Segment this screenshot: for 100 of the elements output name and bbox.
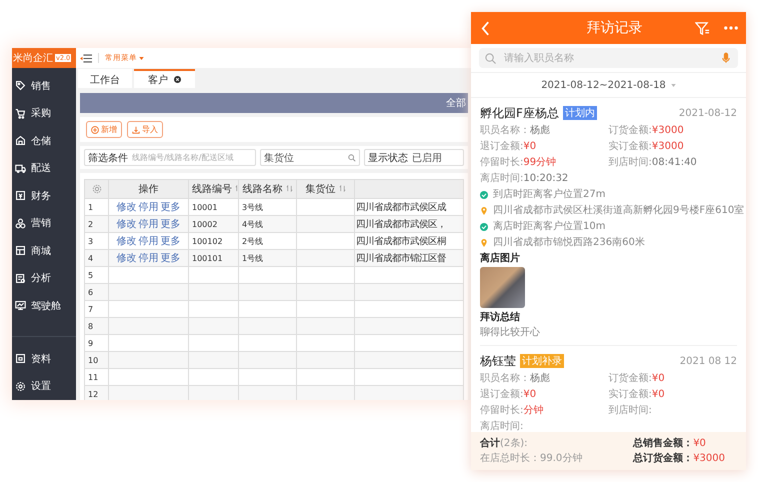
visit-date: 2021 08 12 [680, 356, 737, 366]
back-icon[interactable] [481, 20, 490, 36]
tag-icon [15, 80, 26, 92]
info-field: 到店时间: [608, 403, 737, 419]
settings-icon[interactable] [92, 184, 102, 194]
location-text: 到店时距离客户位置27m [493, 188, 606, 202]
customer-name: 孵化园F座杨总 [480, 104, 559, 122]
location-text: 离店时距离客户位置10m [493, 220, 606, 234]
tab[interactable]: 工作台 [78, 69, 132, 88]
action-link[interactable]: 停用 [138, 219, 158, 230]
truck-icon [15, 162, 26, 174]
table-cell: 1号线 [238, 250, 296, 266]
sidebar-item[interactable]: 销售 [12, 72, 76, 100]
sidebar-item[interactable]: 驾驶舱 [12, 292, 76, 320]
action-link[interactable]: 更多 [160, 202, 180, 213]
microphone-icon[interactable] [722, 52, 730, 64]
circles-icon [15, 218, 26, 229]
location-text: 四川省成都市武侯区杜溪街道高新孵化园9号楼F座610室 [493, 204, 744, 218]
action-link[interactable]: 修改 [116, 202, 136, 213]
info-field: 离店时间:10:20:32 [480, 171, 608, 187]
row-number: 6 [84, 284, 108, 300]
info-field: 职员名称：杨彪 [480, 123, 608, 139]
row-number: 12 [84, 386, 108, 400]
row-number: 8 [84, 318, 108, 334]
location-text: 四川省成都市锦悦西路236南60米 [493, 236, 645, 250]
action-link[interactable]: 修改 [116, 253, 136, 264]
monitor-icon [15, 300, 26, 312]
settings-icon [15, 380, 26, 392]
table-cell: 4号线 [238, 216, 296, 232]
table-cell [296, 352, 354, 368]
sidebar-item[interactable]: 分析 [12, 264, 76, 292]
column-header[interactable]: 集货位 [296, 180, 354, 198]
table-cell: 100101 [188, 250, 238, 266]
sidebar-item[interactable]: 采购 [12, 100, 76, 127]
sidebar-item[interactable]: 财务 [12, 182, 76, 210]
table-cell [238, 352, 296, 368]
more-icon[interactable] [724, 26, 738, 30]
column-header[interactable]: 操作 [108, 180, 188, 198]
caret-icon [670, 84, 676, 86]
total-duration: 在店总时长：99.0分钟 [480, 452, 582, 465]
table-cell: 四川省成都市武侯区， [354, 216, 464, 232]
table-cell [238, 318, 296, 334]
location-pin-icon [480, 239, 488, 247]
sidebar-item[interactable]: 资料 [12, 345, 76, 372]
sidebar-item[interactable]: 设置 [12, 372, 76, 400]
filter-field[interactable]: 筛选条件 线路编号/线路名称/配送区域 [84, 149, 256, 166]
sidebar-item[interactable]: 营销 [12, 210, 76, 237]
table-cell [188, 284, 238, 300]
table-cell [296, 284, 354, 300]
info-field: 订货金额:¥0 [608, 371, 737, 387]
check-icon [480, 223, 488, 231]
photo-placeholder[interactable] [480, 267, 525, 308]
info-field: 实订金额:¥0 [608, 387, 737, 403]
tab[interactable]: 客户 [134, 69, 195, 88]
info-field: 停留时长:99分钟 [480, 155, 608, 171]
action-link[interactable]: 停用 [138, 253, 158, 264]
table-cell: 10002 [188, 216, 238, 232]
info-field: 职员名称：杨彪 [480, 371, 608, 387]
download-icon [132, 126, 140, 134]
table-cell [296, 318, 354, 334]
table-cell [188, 352, 238, 368]
section-title: 拜访总结 [480, 310, 521, 325]
summary-text: 聊得比较开心 [480, 326, 541, 340]
action-link[interactable]: 更多 [160, 219, 180, 230]
filter-icon[interactable] [695, 20, 710, 36]
action-link[interactable]: 停用 [138, 236, 158, 247]
customer-name: 杨钰莹 [480, 352, 516, 370]
info-field: 退订金额:¥0 [480, 387, 608, 403]
sidebar-item[interactable]: 商城 [12, 237, 76, 264]
action-link[interactable]: 更多 [160, 253, 180, 264]
info-field: 离店时间: [480, 419, 608, 432]
action-link[interactable]: 更多 [160, 236, 180, 247]
action-link[interactable]: 修改 [116, 219, 136, 230]
plan-tag: 计划内 [562, 106, 597, 120]
info-field: 订货金额:¥3000 [608, 123, 737, 139]
table-cell [238, 284, 296, 300]
filter-field[interactable]: 显示状态 已启用 [364, 149, 464, 166]
plus-icon [91, 126, 99, 134]
table-cell [188, 318, 238, 334]
sidebar-item[interactable]: 仓储 [12, 127, 76, 154]
total-label: 合计(2条): [480, 436, 529, 450]
filter-field[interactable]: 集货位 [260, 149, 360, 166]
visit-date: 2021-08-12 [678, 108, 737, 118]
cart-icon [15, 108, 26, 119]
info-field: 实订金额:¥3000 [608, 139, 737, 155]
house-icon [15, 135, 26, 146]
sort-icon [338, 185, 346, 192]
menu-icon[interactable] [80, 54, 92, 62]
date-range-selector[interactable]: 2021-08-12~2021-08-18 [471, 73, 746, 98]
table-cell: 四川省成都市锦江区督 [354, 250, 464, 266]
info-field: 到店时间:08:41:40 [608, 155, 737, 171]
table-cell [296, 216, 354, 232]
column-header[interactable]: 线路编号 [188, 180, 238, 198]
info-field: 退订金额:¥0 [480, 139, 608, 155]
action-link[interactable]: 停用 [138, 202, 158, 213]
column-header[interactable]: 线路名称 [238, 180, 296, 198]
close-icon[interactable] [174, 76, 181, 83]
search-icon [348, 154, 356, 162]
sidebar-item[interactable]: 配送 [12, 154, 76, 182]
action-link[interactable]: 修改 [116, 236, 136, 247]
